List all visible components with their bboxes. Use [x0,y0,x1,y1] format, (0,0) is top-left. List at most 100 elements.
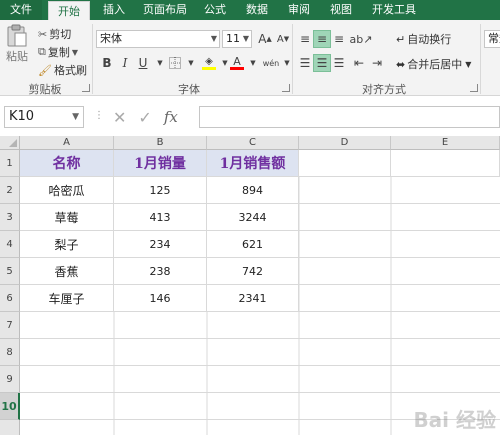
column-header-d[interactable]: D [299,136,391,150]
chevron-down-icon[interactable]: ▼ [244,54,262,72]
font-name-value: 宋体 [100,32,122,45]
copy-button[interactable]: ⧉ 复制 ▼ [38,44,78,60]
insert-function-icon[interactable]: fx [164,108,178,126]
clipboard-launcher-icon[interactable] [82,84,90,92]
increase-font-icon: A [258,32,267,46]
chevron-down-icon[interactable]: ▼ [278,54,296,72]
row-header[interactable]: 9 [0,366,20,393]
chevron-down-icon[interactable]: ▼ [182,54,200,72]
row-header-selected[interactable]: 10 [0,393,20,420]
row-header[interactable]: 2 [0,177,20,204]
number-format-select[interactable]: 常规 [484,30,500,48]
row-header[interactable]: 3 [0,204,20,231]
name-box-value: K10 [9,109,35,124]
column-header-a[interactable]: A [20,136,114,150]
row-header[interactable] [0,420,20,435]
tab-insert[interactable]: 插入 [96,0,132,20]
paste-button[interactable]: 粘贴 [6,24,28,64]
bold-button[interactable]: B [98,54,116,72]
format-painter-button[interactable]: 🖌 格式刷 [38,62,87,78]
font-size-value: 11 [226,32,240,45]
column-header-b[interactable]: B [114,136,207,150]
tab-page-layout[interactable]: 页面布局 [140,0,190,20]
divider [292,24,293,94]
divider [92,24,93,94]
increase-indent-icon[interactable]: ⇥ [368,54,386,72]
column-header-c[interactable]: C [207,136,299,150]
clipboard-icon [7,24,27,47]
enter-icon[interactable]: ✓ [138,108,151,127]
paint-bucket-icon: ◈ [205,56,213,67]
underline-button[interactable]: U [134,54,152,72]
clipboard-group-label: 剪贴板 [28,83,62,96]
resize-handle-icon[interactable]: ⋮ [94,110,104,121]
orientation-icon[interactable]: ab↗ [350,30,373,48]
empty-cell[interactable] [391,150,500,177]
font-group-label: 字体 [178,83,200,96]
merge-center-label: 合并后居中 [407,58,463,71]
chevron-down-icon: ▼ [71,47,79,57]
chevron-down-icon: ▼ [72,112,79,122]
font-size-select[interactable]: 11 ▼ [222,30,252,48]
row-header[interactable]: 1 [0,150,20,177]
worksheet-grid: A B C D E 1 2 3 4 5 6 7 8 9 10 名称 1月销量 1… [0,136,500,435]
tab-file[interactable]: 文件 [0,0,42,20]
tab-view[interactable]: 视图 [324,0,358,20]
align-center-icon[interactable]: ☰ [313,54,331,72]
wrap-text-label: 自动换行 [407,33,452,46]
cancel-icon[interactable]: ✕ [113,108,126,127]
ribbon-tab-bar: 文件 开始 插入 页面布局 公式 数据 审阅 视图 开发工具 [0,0,500,20]
paintbrush-icon: 🖌 [38,63,52,77]
row-header[interactable]: 8 [0,339,20,366]
name-box[interactable]: K10 ▼ [4,106,84,128]
align-bottom-icon[interactable]: ≡ [330,30,348,48]
tab-developer[interactable]: 开发工具 [366,0,422,20]
font-launcher-icon[interactable] [282,84,290,92]
border-icon [169,57,181,69]
align-middle-icon[interactable]: ≡ [313,30,331,48]
tab-formulas[interactable]: 公式 [198,0,232,20]
decrease-indent-icon[interactable]: ⇤ [350,54,368,72]
alignment-group-label: 对齐方式 [362,83,406,96]
formula-buttons: ✕ ✓ fx [107,106,197,128]
align-right-icon[interactable]: ☰ [330,54,348,72]
merge-center-button[interactable]: ⬌ 合并后居中 ▼ [396,56,471,72]
font-color-icon: A [233,55,241,68]
empty-cell[interactable] [299,150,391,177]
copy-icon: ⧉ [38,45,46,58]
align-left-icon[interactable]: ☰ [296,54,314,72]
scissors-icon: ✂ [38,27,48,41]
row-header[interactable]: 7 [0,312,20,339]
tab-data[interactable]: 数据 [240,0,274,20]
decrease-font-button[interactable]: A ▼ [274,30,292,48]
chevron-down-icon: ▼ [465,59,472,69]
formula-input[interactable] [199,106,500,128]
italic-button[interactable]: I [116,54,134,72]
font-name-select[interactable]: 宋体 ▼ [96,30,220,48]
row-header[interactable]: 6 [0,285,20,312]
select-all-button[interactable] [0,136,20,150]
cut-button[interactable]: ✂ 剪切 [38,26,71,42]
row-header[interactable]: 4 [0,231,20,258]
increase-font-button[interactable]: A ▲ [256,30,274,48]
divider [480,24,481,94]
ribbon: 粘贴 ✂ 剪切 ⧉ 复制 ▼ 🖌 格式刷 剪贴板 宋体 ▼ 11 ▼ A ▲ A ▼… [0,20,500,96]
table-header-cell[interactable]: 名称 [20,150,114,177]
decrease-font-icon: A [276,33,284,45]
align-top-icon[interactable]: ≡ [296,30,314,48]
copy-label: 复制 [47,46,70,59]
alignment-launcher-icon[interactable] [470,84,478,92]
wrap-text-button[interactable]: ↵ 自动换行 [396,31,451,47]
column-header-e[interactable]: E [391,136,500,150]
chevron-down-icon: ▼ [210,34,217,43]
formula-bar: K10 ▼ ⋮ ✕ ✓ fx [0,96,500,136]
paste-label: 粘贴 [6,50,28,63]
cut-label: 剪切 [49,28,72,41]
triangle-icon [9,139,17,147]
table-header-cell[interactable]: 1月销量 [114,150,207,177]
tab-home[interactable]: 开始 [48,1,90,20]
tab-review[interactable]: 审阅 [282,0,316,20]
row-header[interactable]: 5 [0,258,20,285]
watermark-logo: Bai 经验 [413,408,496,432]
table-header-cell[interactable]: 1月销售额 [207,150,299,177]
